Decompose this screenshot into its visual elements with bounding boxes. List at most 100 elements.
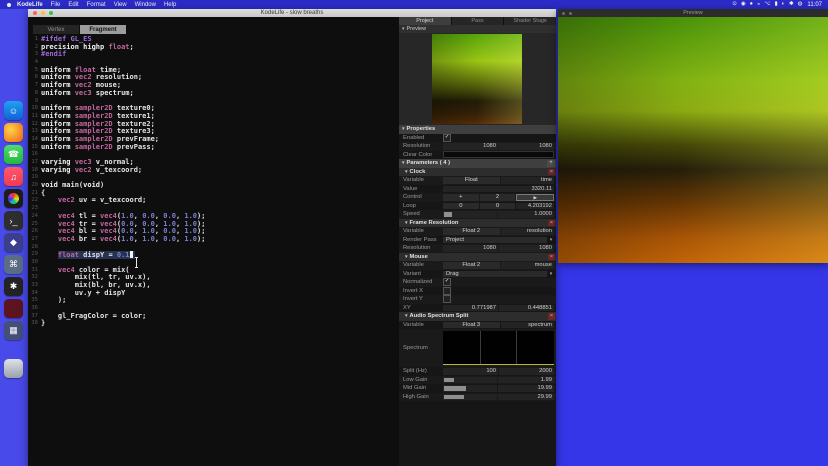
checkbox[interactable]	[443, 295, 451, 303]
stepper-field[interactable]: 0	[443, 203, 479, 210]
dock-item-dev-tool[interactable]: ⌘	[4, 255, 23, 274]
dropdown-field[interactable]: Float	[443, 177, 500, 184]
add-parameter-button[interactable]: +	[547, 160, 555, 167]
slider[interactable]	[443, 211, 497, 218]
value-field[interactable]: 4.203192	[516, 203, 554, 210]
value-field[interactable]: 19.99	[498, 385, 554, 392]
code-editor[interactable]: VertexFragment 1#ifdef GL_ES2precision h…	[28, 17, 399, 466]
section-header-mouse[interactable]: ▾Mouse×	[399, 253, 556, 262]
code-lines[interactable]: 1#ifdef GL_ES2precision highp float;3#en…	[28, 36, 399, 328]
dock-item-dark-red-app[interactable]	[4, 299, 23, 318]
menu-item-view[interactable]: View	[114, 2, 127, 8]
wifi-icon[interactable]: ◐	[782, 0, 785, 9]
inspector-tab-project[interactable]: Project	[399, 17, 451, 25]
screen-mirroring-icon[interactable]: ⊙	[732, 0, 737, 9]
remove-parameter-button[interactable]: ×	[548, 313, 555, 320]
collapse-icon[interactable]: ▾	[402, 126, 405, 132]
do-not-disturb-icon[interactable]: ●	[750, 0, 753, 9]
control-center-icon[interactable]: ◍	[798, 0, 803, 9]
value-field[interactable]: 0.448851	[499, 305, 554, 312]
stepper-field[interactable]: 2	[480, 194, 516, 201]
apple-icon[interactable]	[7, 3, 11, 7]
stepper-field[interactable]: +	[443, 194, 479, 201]
split-divider[interactable]	[480, 331, 481, 365]
checkbox[interactable]	[443, 287, 451, 295]
slider[interactable]	[443, 377, 497, 384]
dock-item-terminal[interactable]: ›_	[4, 211, 23, 230]
section-header-audio-spectrum-split[interactable]: ▾Audio Spectrum Split×	[399, 312, 556, 321]
menu-item-file[interactable]: File	[51, 2, 61, 8]
remove-parameter-button[interactable]: ×	[548, 254, 555, 261]
section-header-clock[interactable]: ▾Clock×	[399, 168, 556, 177]
dock-item-utility-dark[interactable]: ◆	[4, 233, 23, 252]
collapse-icon[interactable]: ▾	[402, 160, 405, 166]
menu-item-help[interactable]: Help	[164, 2, 176, 8]
menu-item-format[interactable]: Format	[87, 2, 106, 8]
dock-item-chat[interactable]: ☎	[4, 145, 23, 164]
collapse-icon[interactable]: ▾	[405, 169, 408, 175]
dock-item-media-tool[interactable]: ✱	[4, 277, 23, 296]
value-field[interactable]: 1080	[499, 143, 554, 150]
battery-icon[interactable]: ▮	[775, 0, 778, 9]
spotlight-icon[interactable]: ✱	[789, 0, 794, 9]
value-field[interactable]: 1080	[443, 245, 498, 252]
section-header-frame-resolution[interactable]: ▾Frame Resolution×	[399, 219, 556, 228]
bluetooth-icon[interactable]: ◒	[757, 0, 760, 9]
tab-fragment[interactable]: Fragment	[80, 25, 126, 34]
collapse-icon[interactable]: ▾	[405, 220, 408, 226]
color-swatch[interactable]	[443, 151, 554, 158]
value-field[interactable]: 1080	[443, 143, 498, 150]
value-field[interactable]: 0.771987	[443, 305, 498, 312]
dock-item-slate-app[interactable]: ▦	[4, 321, 23, 340]
checkbox[interactable]: ✓	[443, 134, 451, 142]
dock-item-browser[interactable]	[4, 123, 23, 142]
chevron-down-icon[interactable]: ▾	[548, 271, 554, 277]
value-field[interactable]: 3320.11	[443, 186, 554, 193]
collapse-icon[interactable]: ▾	[402, 26, 405, 32]
value-field[interactable]: 29.99	[498, 394, 554, 401]
slider[interactable]	[443, 385, 497, 392]
dropdown-field[interactable]: Project	[443, 237, 547, 244]
remove-parameter-button[interactable]: ×	[548, 169, 555, 176]
stepper-field[interactable]: 0	[480, 203, 516, 210]
dock-item-music[interactable]: ♫	[4, 167, 23, 186]
menu-item-kodelife[interactable]: KodeLife	[17, 2, 43, 8]
control-button[interactable]: ▶	[516, 194, 554, 202]
preview-titlebar[interactable]: Preview	[558, 9, 828, 17]
dropdown-field[interactable]: Float 3	[443, 322, 500, 329]
slider-handle[interactable]	[444, 395, 464, 400]
value-field[interactable]: spectrum	[501, 322, 554, 329]
preview-section-header[interactable]: ▾ Preview	[399, 25, 556, 33]
tab-vertex[interactable]: Vertex	[33, 25, 79, 34]
dock-item-finder[interactable]: ☺	[4, 101, 23, 120]
dock-item-photos[interactable]	[4, 189, 23, 208]
value-field[interactable]: 1.99	[498, 377, 554, 384]
value-field[interactable]: 1080	[499, 245, 554, 252]
slider-handle[interactable]	[444, 378, 454, 383]
remove-parameter-button[interactable]: ×	[548, 220, 555, 227]
dropdown-field[interactable]: Drag	[443, 271, 547, 278]
dropdown-field[interactable]: Float 2	[443, 228, 500, 235]
value-field[interactable]: time	[501, 177, 554, 184]
display-icon[interactable]: ◉	[741, 0, 746, 9]
inspector-tab-shader-stage[interactable]: Shader Stage	[504, 17, 556, 25]
slider-handle[interactable]	[444, 212, 452, 217]
checkbox[interactable]: ✓	[443, 278, 451, 286]
slider-handle[interactable]	[444, 386, 466, 391]
value-field[interactable]: mouse	[501, 262, 554, 269]
split-divider[interactable]	[516, 331, 517, 365]
collapse-icon[interactable]: ▾	[405, 313, 408, 319]
menu-item-window[interactable]: Window	[135, 2, 156, 8]
menu-clock[interactable]: 11:07	[807, 2, 822, 8]
value-field[interactable]: resolution	[501, 228, 554, 235]
value-field[interactable]: 1.0000	[498, 211, 554, 218]
dock-item-trash[interactable]	[4, 359, 23, 378]
dropdown-field[interactable]: Float 2	[443, 262, 500, 269]
inspector-tab-pass[interactable]: Pass	[452, 17, 504, 25]
keyboard-icon[interactable]: ⌥	[764, 0, 770, 9]
collapse-icon[interactable]: ▾	[405, 254, 408, 260]
menu-item-edit[interactable]: Edit	[68, 2, 78, 8]
chevron-down-icon[interactable]: ▾	[548, 237, 554, 243]
kodelife-titlebar[interactable]: KodeLife - slow breaths	[28, 9, 556, 17]
section-header-properties[interactable]: ▾Properties	[399, 125, 556, 134]
